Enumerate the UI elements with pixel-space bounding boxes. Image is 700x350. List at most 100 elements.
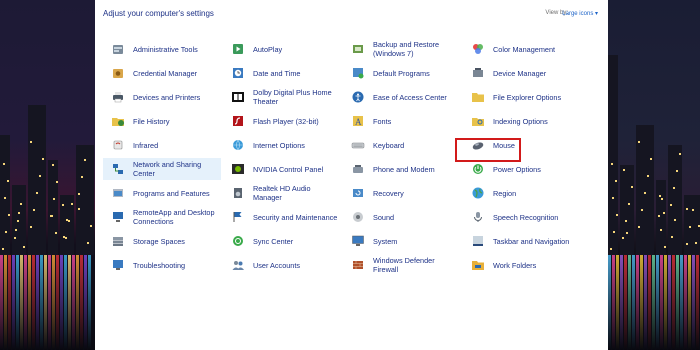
background-window-light <box>18 212 20 214</box>
control-panel-item-label: Device Manager <box>493 68 547 78</box>
control-panel-item-label: Speech Recognition <box>493 212 559 222</box>
control-panel-item-network-and-sharing-center[interactable]: Network and Sharing Center <box>103 158 221 180</box>
control-panel-item-security-and-maintenance[interactable]: Security and Maintenance <box>223 206 341 228</box>
dolby-icon <box>231 90 245 104</box>
control-panel-item-realtek-hd-audio-manager[interactable]: Realtek HD Audio Manager <box>223 182 341 204</box>
background-building <box>620 165 634 255</box>
background-water-reflection <box>616 255 619 350</box>
flag-icon <box>231 210 245 224</box>
background-water-reflection <box>672 255 675 350</box>
control-panel-item-nvidia-control-panel[interactable]: NVIDIA Control Panel <box>223 158 341 180</box>
control-panel-item-region[interactable]: Region <box>463 182 581 204</box>
background-water-reflection <box>72 255 75 350</box>
sync-icon <box>231 234 245 248</box>
control-panel-item-label: Recovery <box>373 188 404 198</box>
control-panel-item-label: Devices and Printers <box>133 92 201 102</box>
background-water-reflection <box>684 255 687 350</box>
control-panel-item-speech-recognition[interactable]: Speech Recognition <box>463 206 581 228</box>
phone-icon <box>351 162 365 176</box>
view-by-dropdown[interactable]: Large icons ▾ <box>562 10 598 17</box>
network-icon <box>111 162 125 176</box>
control-panel-item-device-manager[interactable]: Device Manager <box>463 62 581 84</box>
control-panel-item-programs-and-features[interactable]: Programs and Features <box>103 182 221 204</box>
users-icon <box>231 258 245 272</box>
control-panel-item-internet-options[interactable]: Internet Options <box>223 134 341 156</box>
control-panel-item-remoteapp-and-desktop-connections[interactable]: RemoteApp and Desktop Connections <box>103 206 221 228</box>
background-window-light <box>71 203 73 205</box>
background-window-light <box>676 170 678 172</box>
accessibility-icon <box>351 90 365 104</box>
background-window-light <box>15 229 17 231</box>
control-panel-item-backup-and-restore[interactable]: Backup and Restore (Windows 7) <box>343 38 461 60</box>
control-panel-item-recovery[interactable]: Recovery <box>343 182 461 204</box>
control-panel-item-label: User Accounts <box>253 260 301 270</box>
control-panel-item-windows-defender-firewall[interactable]: Windows Defender Firewall <box>343 254 461 276</box>
background-city-left <box>0 0 95 350</box>
font-icon: A <box>351 114 365 128</box>
background-window-light <box>663 212 665 214</box>
background-water-reflection <box>608 255 611 350</box>
background-window-light <box>670 204 672 206</box>
background-water-reflection <box>28 255 31 350</box>
control-panel-item-phone-and-modem[interactable]: Phone and Modem <box>343 158 461 180</box>
background-water-reflection <box>652 255 655 350</box>
background-window-light <box>631 186 633 188</box>
background-water-reflection <box>656 255 659 350</box>
background-window-light <box>5 231 7 233</box>
indexing-icon <box>471 114 485 128</box>
control-panel-item-label: Sync Center <box>253 236 294 246</box>
background-window-light <box>658 215 660 217</box>
background-window-light <box>686 243 688 245</box>
background-window-light <box>81 176 83 178</box>
background-building <box>48 160 58 255</box>
control-panel-item-administrative-tools[interactable]: Administrative Tools <box>103 38 221 60</box>
background-window-light <box>66 219 68 221</box>
control-panel-item-label: Backup and Restore (Windows 7) <box>373 40 440 58</box>
control-panel-item-ease-of-access-center[interactable]: Ease of Access Center <box>343 86 461 108</box>
background-water-reflection <box>644 255 647 350</box>
default-programs-icon <box>351 66 365 80</box>
control-panel-item-credential-manager[interactable]: Credential Manager <box>103 62 221 84</box>
control-panel-item-color-management[interactable]: Color Management <box>463 38 581 60</box>
control-panel-item-work-folders[interactable]: Work Folders <box>463 254 581 276</box>
control-panel-item-sync-center[interactable]: Sync Center <box>223 230 341 252</box>
control-panel-item-keyboard[interactable]: Keyboard <box>343 134 461 156</box>
control-panel-item-label: Infrared <box>133 140 159 150</box>
infrared-icon <box>111 138 125 152</box>
background-window-light <box>611 163 613 165</box>
control-panel-item-infrared[interactable]: Infrared <box>103 134 221 156</box>
background-water-reflection <box>668 255 671 350</box>
background-window-light <box>622 237 624 239</box>
mouse-highlight-box <box>455 138 521 162</box>
control-panel-item-storage-spaces[interactable]: Storage Spaces <box>103 230 221 252</box>
control-panel-item-date-and-time[interactable]: Date and Time <box>223 62 341 84</box>
control-panel-item-user-accounts[interactable]: User Accounts <box>223 254 341 276</box>
control-panel-item-label: Indexing Options <box>493 116 548 126</box>
control-panel-item-fonts[interactable]: A Fonts <box>343 110 461 132</box>
control-panel-item-troubleshooting[interactable]: Troubleshooting <box>103 254 221 276</box>
control-panel-item-flash-player[interactable]: Flash Player (32-bit) <box>223 110 341 132</box>
control-panel-item-file-history[interactable]: File History <box>103 110 221 132</box>
control-panel-item-autoplay[interactable]: AutoPlay <box>223 38 341 60</box>
control-panel-item-system[interactable]: System <box>343 230 461 252</box>
control-panel-item-label: RemoteApp and Desktop Connections <box>133 208 215 226</box>
monitor-icon <box>351 234 365 248</box>
control-panel-item-taskbar-and-navigation[interactable]: Taskbar and Navigation <box>463 230 581 252</box>
background-window-light <box>30 141 32 143</box>
control-panel-item-indexing-options[interactable]: Indexing Options <box>463 110 581 132</box>
background-window-light <box>674 219 676 221</box>
control-panel-item-devices-and-printers[interactable]: Devices and Printers <box>103 86 221 108</box>
control-panel-item-label: AutoPlay <box>253 44 283 54</box>
background-window-light <box>641 209 643 211</box>
control-panel-item-sound[interactable]: Sound <box>343 206 461 228</box>
control-panel-item-default-programs[interactable]: Default Programs <box>343 62 461 84</box>
control-panel-item-file-explorer-options[interactable]: File Explorer Options <box>463 86 581 108</box>
control-panel-item-label: Taskbar and Navigation <box>493 236 570 246</box>
control-panel-item-label: Default Programs <box>373 68 430 78</box>
page-title: Adjust your computer's settings <box>103 9 214 18</box>
control-panel-item-dolby-digital-plus-home-theater[interactable]: Dolby Digital Plus Home Theater <box>223 86 341 108</box>
control-panel-item-label: Realtek HD Audio Manager <box>253 184 311 202</box>
background-window-light <box>55 232 57 234</box>
folder-icon <box>471 90 485 104</box>
background-water-reflection <box>16 255 19 350</box>
